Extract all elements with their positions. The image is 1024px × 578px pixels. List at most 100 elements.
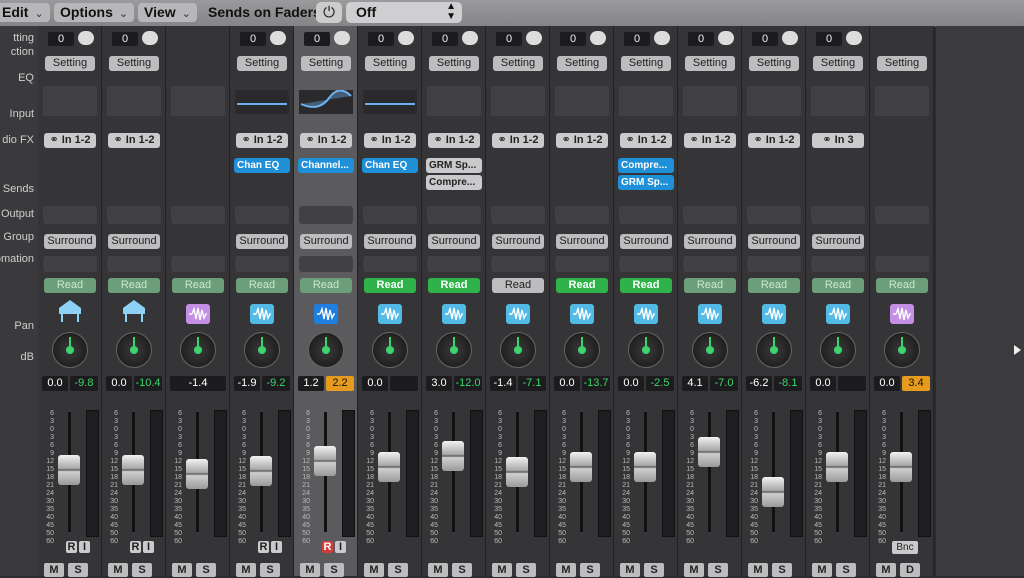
pan-knob[interactable] <box>820 332 856 368</box>
eq-thumbnail[interactable] <box>683 86 737 116</box>
group-slot[interactable] <box>43 256 97 272</box>
group-slot[interactable] <box>619 256 673 272</box>
output-button[interactable]: Surround <box>684 234 736 249</box>
fader-track[interactable] <box>708 412 711 532</box>
link-icon[interactable] <box>78 31 94 45</box>
sends-slot[interactable] <box>491 206 545 224</box>
eq-thumbnail[interactable] <box>235 90 289 114</box>
fader-track[interactable] <box>772 412 775 532</box>
bounce-button[interactable]: Bnc <box>892 541 918 554</box>
automation-read-button[interactable]: Read <box>108 278 160 293</box>
eq-thumbnail[interactable] <box>299 89 353 114</box>
solo-button[interactable]: S <box>772 563 792 577</box>
pan-knob[interactable] <box>692 332 728 368</box>
record-enable-button[interactable]: R <box>66 541 77 553</box>
fader-handle[interactable] <box>570 451 592 482</box>
input-monitor-button[interactable]: I <box>143 541 154 553</box>
input-button[interactable]: ⚭ In 1-2 <box>108 133 160 148</box>
fader-handle[interactable] <box>314 445 336 476</box>
pan-knob[interactable] <box>308 332 344 368</box>
solo-button[interactable]: S <box>708 563 728 577</box>
sends-slot[interactable] <box>107 206 161 224</box>
input-monitor-button[interactable]: I <box>271 541 282 553</box>
setting-button[interactable]: Setting <box>45 56 95 71</box>
eq-thumbnail[interactable] <box>491 86 545 116</box>
mute-button[interactable]: M <box>300 563 320 577</box>
solo-button[interactable]: S <box>836 563 856 577</box>
input-button[interactable]: ⚭ In 3 <box>812 133 864 148</box>
input-monitor-button[interactable]: I <box>335 541 346 553</box>
output-button[interactable]: Surround <box>236 234 288 249</box>
group-slot[interactable] <box>427 256 481 272</box>
mute-button[interactable]: M <box>44 563 64 577</box>
audio-fx-slot[interactable]: Compre... <box>618 158 674 173</box>
mute-button[interactable]: M <box>748 563 768 577</box>
group-slot[interactable] <box>235 256 289 272</box>
output-button[interactable]: Surround <box>492 234 544 249</box>
fader-handle[interactable] <box>58 454 80 485</box>
audio-fx-slot[interactable]: Chan EQ <box>234 158 290 173</box>
group-slot[interactable] <box>747 256 801 272</box>
mute-button[interactable]: M <box>876 563 896 577</box>
mute-button[interactable]: M <box>556 563 576 577</box>
input-button[interactable]: ⚭ In 1-2 <box>556 133 608 148</box>
eq-thumbnail[interactable] <box>363 90 417 114</box>
solo-button[interactable]: S <box>68 563 88 577</box>
automation-read-button[interactable]: Read <box>812 278 864 293</box>
fader-handle[interactable] <box>122 454 144 485</box>
output-button[interactable]: Surround <box>556 234 608 249</box>
link-icon[interactable] <box>718 31 734 45</box>
sends-slot[interactable] <box>683 206 737 224</box>
fader-handle[interactable] <box>698 436 720 467</box>
solo-button[interactable]: S <box>580 563 600 577</box>
view-menu[interactable]: View ⌄ <box>138 3 197 22</box>
link-icon[interactable] <box>526 31 542 45</box>
group-slot[interactable] <box>299 256 353 272</box>
input-button[interactable]: ⚭ In 1-2 <box>748 133 800 148</box>
mute-button[interactable]: M <box>172 563 192 577</box>
link-icon[interactable] <box>590 31 606 45</box>
group-slot[interactable] <box>555 256 609 272</box>
link-icon[interactable] <box>654 31 670 45</box>
fader-handle[interactable] <box>186 459 208 489</box>
input-button[interactable]: ⚭ In 1-2 <box>236 133 288 148</box>
fader-handle[interactable] <box>890 451 912 482</box>
fader-handle[interactable] <box>634 451 656 482</box>
group-slot[interactable] <box>875 256 929 272</box>
automation-read-button[interactable]: Read <box>236 278 288 293</box>
input-button[interactable]: ⚭ In 1-2 <box>44 133 96 148</box>
mute-button[interactable]: M <box>108 563 128 577</box>
setting-button[interactable]: Setting <box>237 56 287 71</box>
solo-button[interactable]: S <box>132 563 152 577</box>
pan-knob[interactable] <box>180 332 216 368</box>
group-slot[interactable] <box>363 256 417 272</box>
group-slot[interactable] <box>811 256 865 272</box>
group-slot[interactable] <box>171 256 225 272</box>
sends-slot[interactable] <box>555 206 609 224</box>
pan-knob[interactable] <box>500 332 536 368</box>
setting-button[interactable]: Setting <box>813 56 863 71</box>
setting-button[interactable]: Setting <box>685 56 735 71</box>
sends-slot[interactable] <box>619 206 673 224</box>
automation-read-button[interactable]: Read <box>748 278 800 293</box>
sends-slot[interactable] <box>43 206 97 224</box>
mute-button[interactable]: M <box>236 563 256 577</box>
solo-button[interactable]: S <box>516 563 536 577</box>
fader-track[interactable] <box>452 412 455 532</box>
automation-read-button[interactable]: Read <box>684 278 736 293</box>
record-enable-button[interactable]: R <box>130 541 141 553</box>
eq-thumbnail[interactable] <box>555 86 609 116</box>
eq-thumbnail[interactable] <box>427 86 481 116</box>
output-button[interactable]: Surround <box>428 234 480 249</box>
solo-button[interactable]: S <box>388 563 408 577</box>
setting-button[interactable]: Setting <box>557 56 607 71</box>
group-slot[interactable] <box>491 256 545 272</box>
output-button[interactable]: Surround <box>44 234 96 249</box>
group-slot[interactable] <box>683 256 737 272</box>
setting-button[interactable]: Setting <box>429 56 479 71</box>
automation-read-button[interactable]: Read <box>172 278 224 293</box>
setting-button[interactable]: Setting <box>301 56 351 71</box>
audio-fx-slot[interactable]: Channel... <box>298 158 354 173</box>
sends-slot[interactable] <box>363 206 417 224</box>
link-icon[interactable] <box>334 31 350 45</box>
